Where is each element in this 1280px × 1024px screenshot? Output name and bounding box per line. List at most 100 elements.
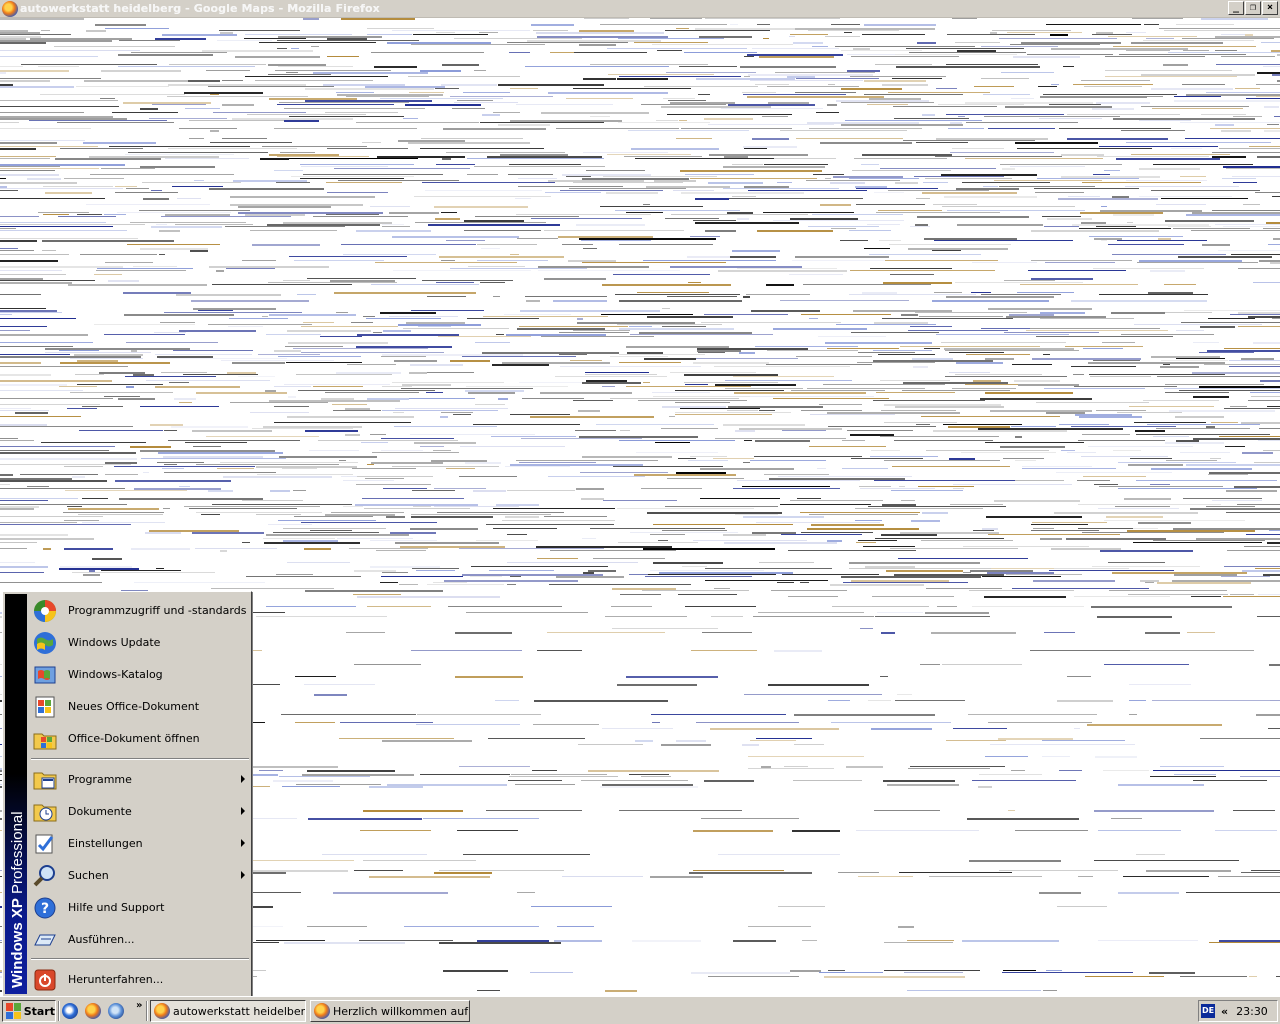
scanline-artifact bbox=[647, 316, 733, 318]
scanline-artifact bbox=[1219, 436, 1280, 437]
start-button[interactable]: Start bbox=[2, 1000, 56, 1022]
scanline-artifact bbox=[0, 362, 41, 364]
scanline-artifact bbox=[891, 490, 963, 491]
scanline-artifact bbox=[206, 70, 250, 71]
scanline-artifact bbox=[728, 406, 823, 408]
menu-item-windows-catalog[interactable]: Windows-Katalog bbox=[29, 658, 251, 690]
scanline-artifact bbox=[0, 182, 77, 184]
scanline-artifact bbox=[94, 324, 195, 325]
scanline-artifact bbox=[687, 256, 730, 258]
scanline-artifact bbox=[248, 766, 338, 768]
scanline-artifact bbox=[689, 872, 812, 874]
scanline-artifact bbox=[232, 362, 285, 364]
scanline-artifact bbox=[1185, 138, 1280, 139]
scanline-artifact bbox=[444, 580, 578, 582]
scanline-artifact bbox=[917, 42, 936, 44]
scanline-artifact bbox=[780, 130, 907, 131]
scanline-artifact bbox=[1015, 480, 1064, 481]
scanline-artifact bbox=[981, 328, 1030, 329]
language-indicator[interactable]: DE bbox=[1201, 1004, 1215, 1018]
tray-expand-icon[interactable]: « bbox=[1221, 1005, 1228, 1018]
scanline-artifact bbox=[473, 424, 580, 425]
scanline-artifact bbox=[412, 568, 459, 569]
scanline-artifact bbox=[856, 188, 938, 189]
task-button-google-maps[interactable]: autowerkstatt heidelber... bbox=[150, 1000, 306, 1022]
scanline-artifact bbox=[758, 612, 864, 613]
scanline-artifact bbox=[533, 724, 599, 725]
menu-item-documents[interactable]: Dokumente bbox=[29, 795, 251, 827]
scanline-artifact bbox=[777, 582, 794, 583]
scanline-artifact bbox=[1150, 776, 1216, 777]
scanline-artifact bbox=[1241, 872, 1280, 873]
menu-item-run[interactable]: Ausführen... bbox=[29, 923, 251, 955]
menu-item-label: Einstellungen bbox=[68, 836, 143, 850]
scanline-artifact bbox=[165, 214, 230, 216]
minimize-button[interactable]: _ bbox=[1228, 1, 1244, 15]
task-button-herzlich-willkommen[interactable]: Herzlich willkommen auf ... bbox=[310, 1000, 470, 1022]
scanline-artifact bbox=[0, 538, 94, 540]
firefox-quicklaunch-icon[interactable] bbox=[85, 1003, 101, 1019]
scanline-artifact bbox=[626, 386, 751, 387]
scanline-artifact bbox=[303, 18, 319, 20]
scanline-artifact bbox=[663, 98, 695, 99]
firefox-icon[interactable] bbox=[2, 0, 18, 17]
scanline-artifact bbox=[191, 300, 309, 302]
scanline-artifact bbox=[151, 190, 162, 191]
scanline-artifact bbox=[1193, 342, 1219, 343]
scanline-artifact bbox=[82, 406, 123, 407]
scanline-artifact bbox=[644, 358, 696, 360]
scanline-artifact bbox=[489, 570, 554, 571]
menu-item-help-support[interactable]: ? Hilfe und Support bbox=[29, 891, 251, 923]
restore-button[interactable]: ❐ bbox=[1245, 1, 1261, 15]
clock[interactable]: 23:30 bbox=[1236, 1005, 1268, 1018]
scanline-artifact bbox=[29, 120, 167, 121]
scanline-artifact bbox=[356, 484, 431, 485]
scanline-artifact bbox=[468, 266, 525, 267]
menu-item-windows-update[interactable]: Windows Update bbox=[29, 626, 251, 658]
scanline-artifact bbox=[585, 372, 649, 373]
scanline-artifact bbox=[349, 548, 428, 549]
menu-item-shutdown[interactable]: Herunterfahren... bbox=[29, 963, 251, 995]
scanline-artifact bbox=[1242, 452, 1273, 454]
scanline-artifact bbox=[666, 72, 756, 73]
scanline-artifact bbox=[274, 386, 311, 387]
scanline-artifact bbox=[245, 76, 388, 77]
scanline-artifact bbox=[258, 354, 320, 355]
ie-quicklaunch-icon[interactable] bbox=[62, 1003, 78, 1019]
scanline-artifact bbox=[1255, 192, 1280, 193]
scanline-artifact bbox=[1232, 176, 1280, 177]
scanline-artifact bbox=[629, 574, 648, 575]
scanline-artifact bbox=[582, 456, 672, 458]
scanline-artifact bbox=[697, 350, 741, 352]
menu-item-program-access[interactable]: Programmzugriff und -standards bbox=[29, 594, 251, 626]
menu-item-open-office-document[interactable]: Office-Dokument öffnen bbox=[29, 722, 251, 754]
menu-item-settings[interactable]: Einstellungen bbox=[29, 827, 251, 859]
window-title-bar[interactable]: autowerkstatt heidelberg - Google Maps -… bbox=[0, 0, 1280, 18]
scanline-artifact bbox=[902, 390, 1010, 391]
scanline-artifact bbox=[79, 430, 163, 431]
scanline-artifact bbox=[791, 390, 885, 391]
scanline-artifact bbox=[277, 156, 369, 157]
scanline-artifact bbox=[869, 98, 921, 100]
scanline-artifact bbox=[1096, 226, 1136, 227]
scanline-artifact bbox=[0, 190, 18, 191]
menu-item-programs[interactable]: Programme bbox=[29, 763, 251, 795]
scanline-artifact bbox=[466, 386, 568, 387]
scanline-artifact bbox=[1241, 358, 1274, 360]
scanline-artifact bbox=[104, 214, 126, 215]
scanline-artifact bbox=[895, 700, 965, 701]
quicklaunch-more-icon[interactable]: » bbox=[136, 1000, 142, 1011]
scanline-artifact bbox=[877, 612, 923, 613]
scanline-artifact bbox=[984, 116, 1120, 117]
scanline-artifact bbox=[163, 508, 170, 509]
scanline-artifact bbox=[1173, 528, 1280, 530]
scanline-artifact bbox=[1093, 360, 1140, 361]
scanline-artifact bbox=[1193, 396, 1229, 398]
media-quicklaunch-icon[interactable] bbox=[108, 1003, 124, 1019]
close-button[interactable]: × bbox=[1262, 1, 1278, 15]
scanline-artifact bbox=[605, 616, 687, 617]
scanline-artifact bbox=[1230, 594, 1254, 595]
menu-item-new-office-document[interactable]: Neues Office-Dokument bbox=[29, 690, 251, 722]
menu-item-search[interactable]: Suchen bbox=[29, 859, 251, 891]
scanline-artifact bbox=[1201, 18, 1268, 20]
